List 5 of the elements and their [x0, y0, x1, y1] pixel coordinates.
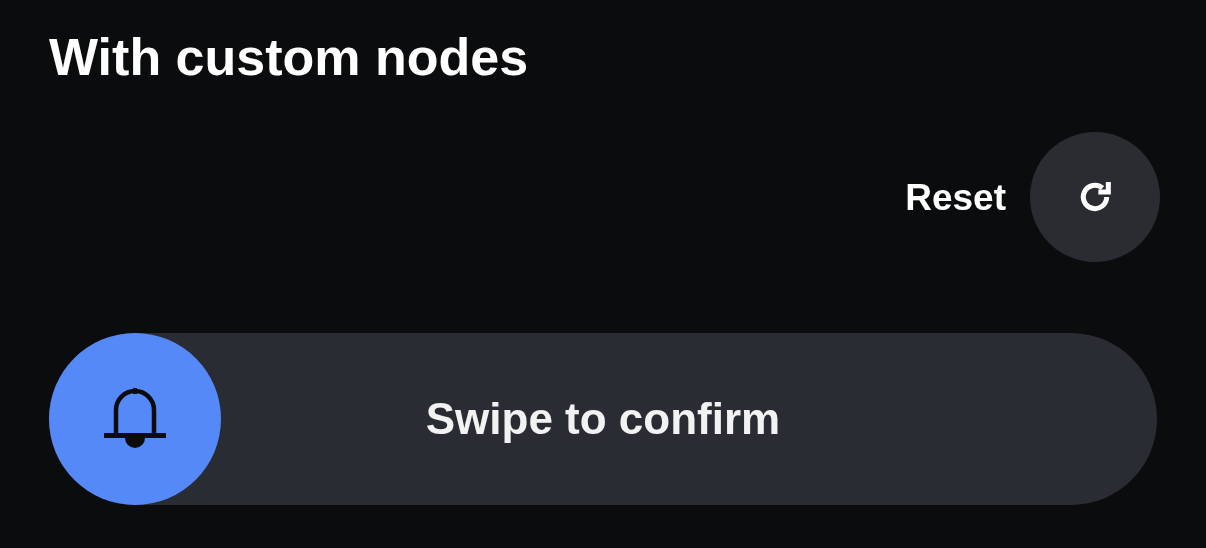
swipe-track[interactable]: Swipe to confirm — [49, 333, 1157, 506]
swipe-label: Swipe to confirm — [425, 393, 781, 446]
section-title: With custom nodes — [49, 27, 530, 88]
bell-icon — [104, 388, 166, 451]
reset-label: Reset — [905, 175, 1006, 220]
